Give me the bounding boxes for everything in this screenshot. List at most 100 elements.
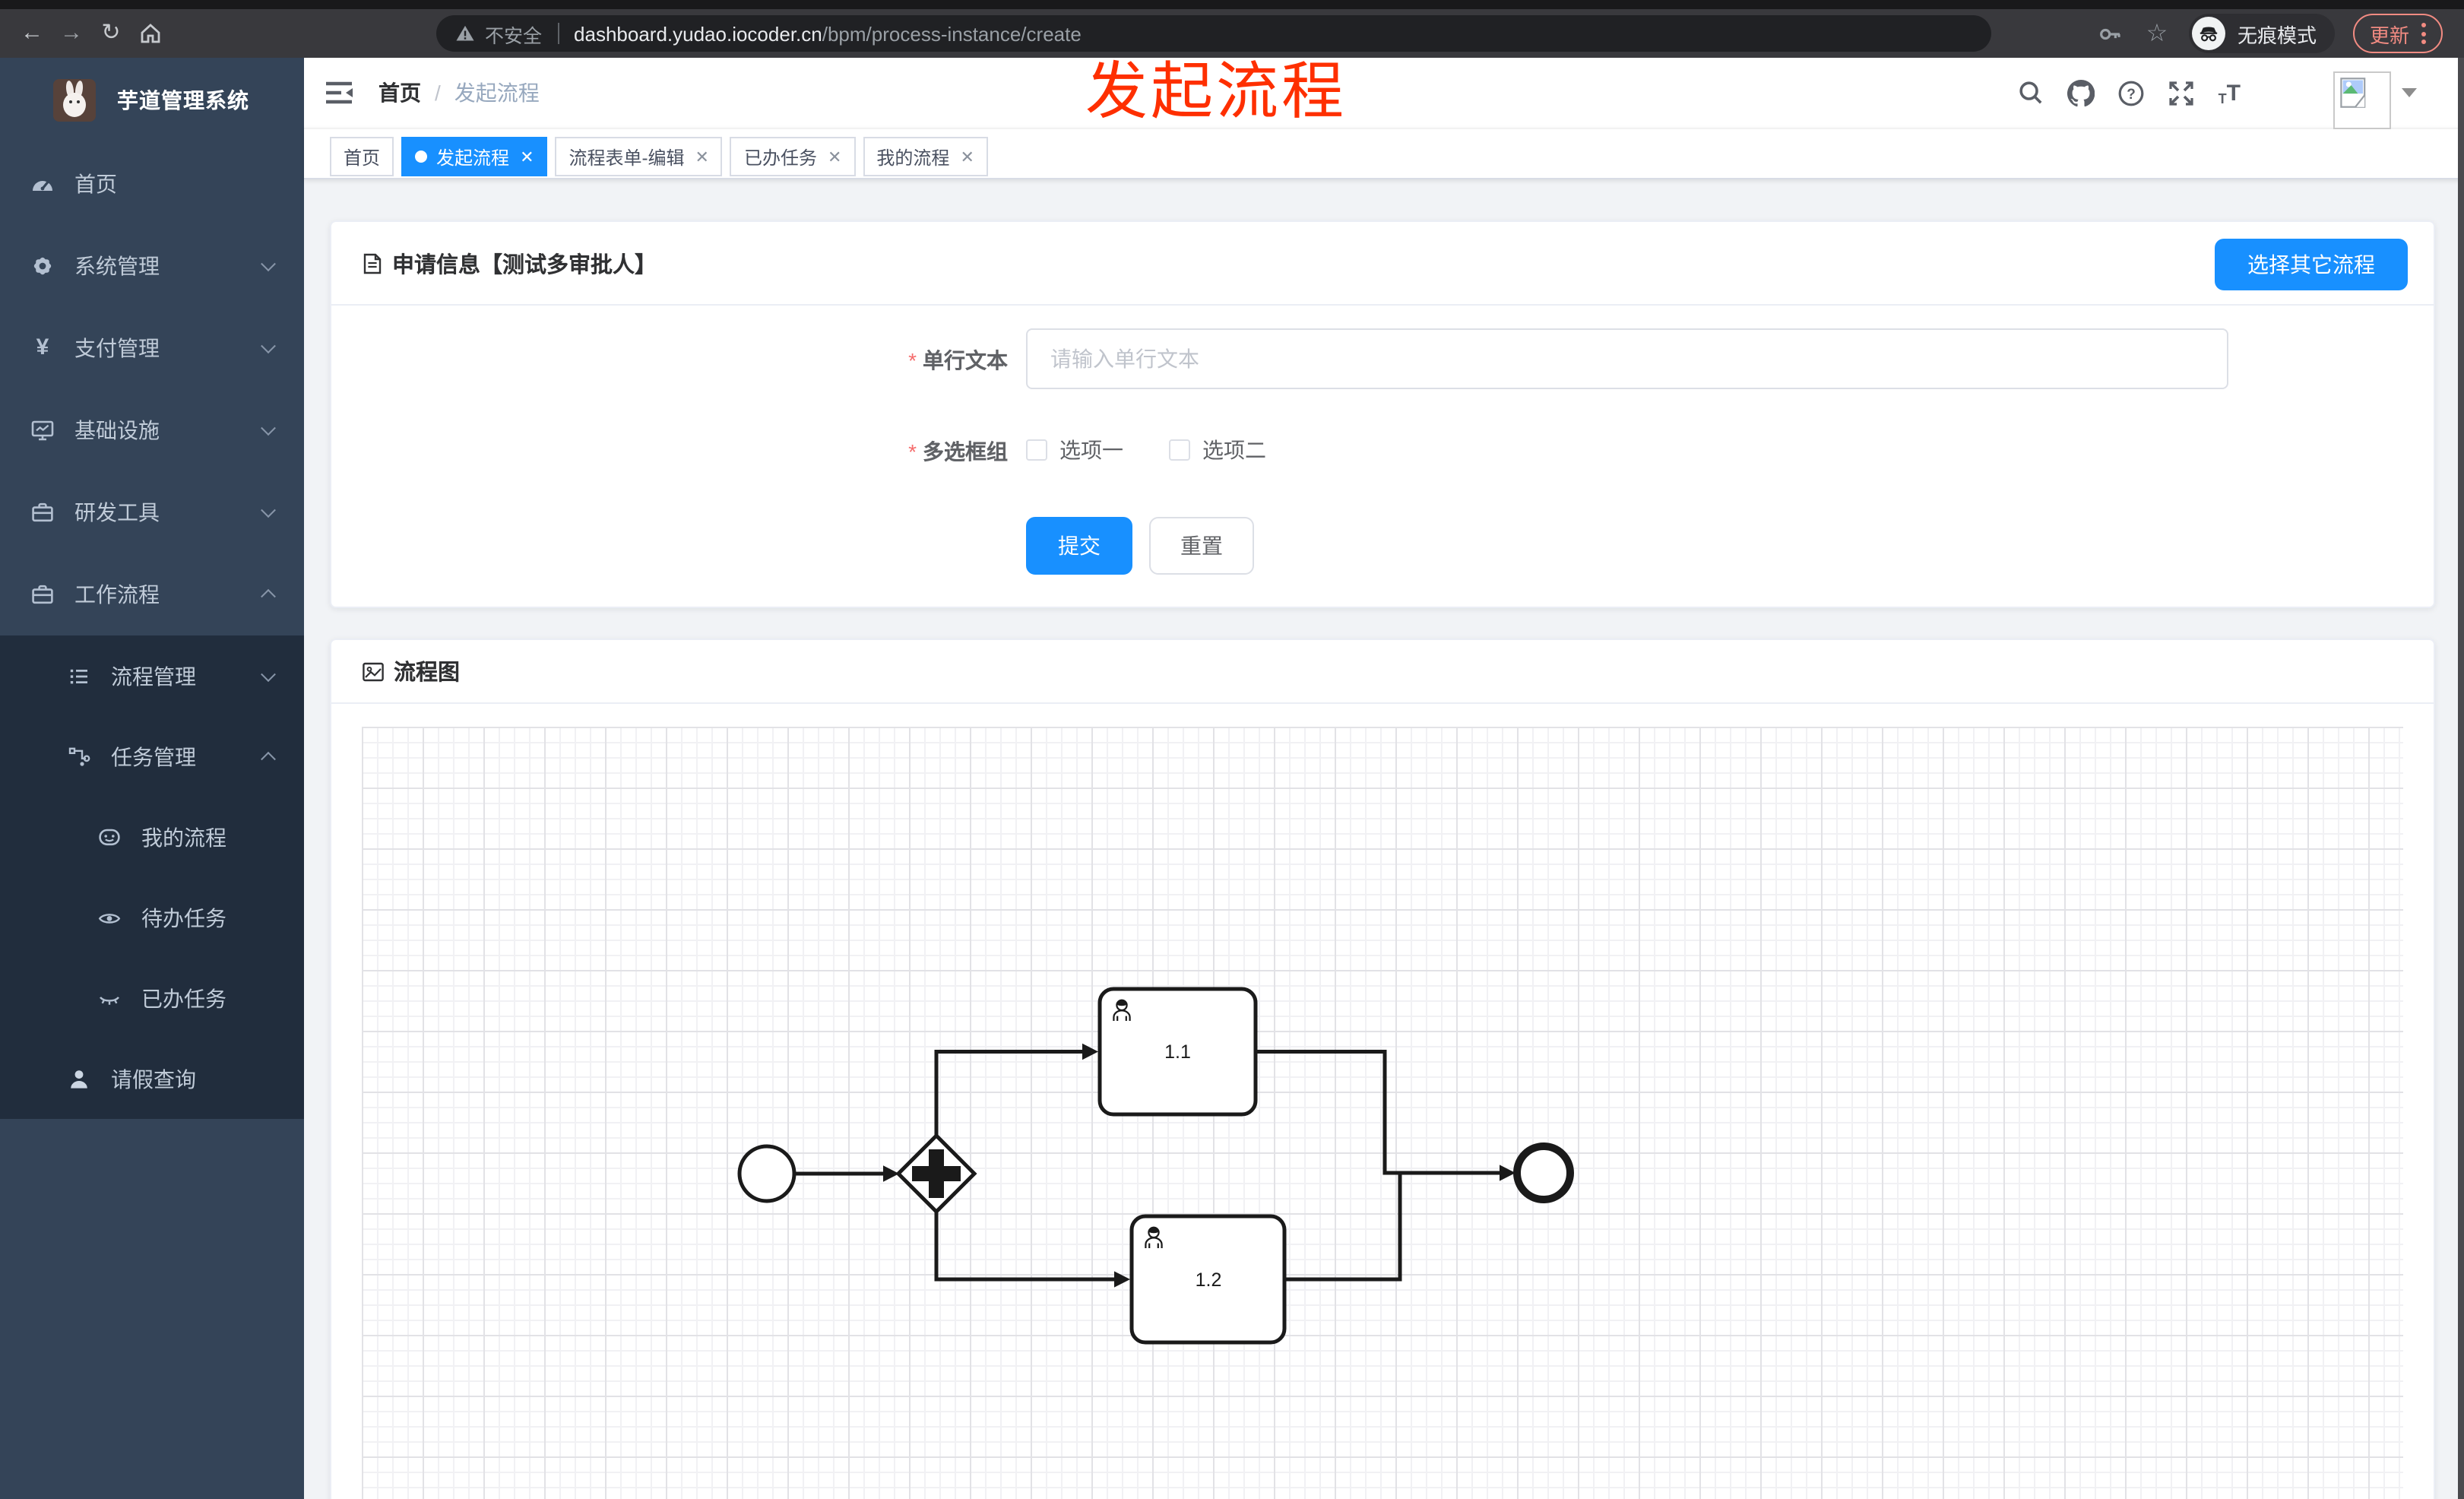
tab-label: 发起流程 [436, 147, 510, 168]
chevron-up-icon [261, 750, 276, 766]
select-other-process-button[interactable]: 选择其它流程 [2215, 239, 2408, 290]
sidebar-logo-row[interactable]: 芋道管理系统 [0, 58, 304, 143]
checkbox-option-2[interactable] [1169, 439, 1190, 461]
sidebar-submenu-workflow: 流程管理 任务管理 我的流程 待办任务 已办任务 请假查询 [0, 635, 304, 1119]
apply-info-card: 申请信息【测试多审批人】 选择其它流程 *单行文本 *多选框组 选项一 选项二 … [330, 220, 2435, 608]
fullscreen-icon[interactable] [2168, 79, 2196, 106]
sidebar-item-label: 请假查询 [111, 1066, 196, 1091]
sidebar-item-process-mgmt[interactable]: 流程管理 [0, 635, 304, 716]
sidebar-item-infra[interactable]: 基础设施 [0, 389, 304, 471]
sidebar-item-home[interactable]: 首页 [0, 143, 304, 225]
browser-tab-strip [0, 0, 2464, 9]
home-icon[interactable] [131, 9, 170, 58]
tab-label: 首页 [344, 147, 381, 168]
browser-toolbar-right: ☆ 无痕模式 更新 [2098, 14, 2464, 53]
chevron-down-icon [261, 502, 276, 518]
tab-form-edit[interactable]: 流程表单-编辑 ✕ [555, 137, 723, 176]
sidebar-item-workflow[interactable]: 工作流程 [0, 553, 304, 635]
checkbox-label[interactable]: 选项二 [1202, 435, 1266, 465]
tab-close-icon[interactable]: ✕ [960, 147, 974, 166]
sidebar-item-done-tasks[interactable]: 已办任务 [0, 958, 304, 1038]
task-label: 1.1 [1164, 1041, 1191, 1063]
update-label: 更新 [2369, 24, 2409, 46]
chevron-down-icon [261, 666, 276, 682]
avatar[interactable] [2333, 71, 2391, 129]
tags-view-bar: 首页 发起流程 ✕ 流程表单-编辑 ✕ 已办任务 ✕ 我的流程 ✕ [304, 128, 2464, 179]
tab-my-process[interactable]: 我的流程 ✕ [863, 137, 988, 176]
checkbox-option-1[interactable] [1026, 439, 1047, 461]
chevron-down-icon [261, 256, 276, 272]
reset-button[interactable]: 重置 [1149, 517, 1254, 575]
bpmn-diagram: 1.1 1.2 [737, 987, 1574, 1345]
toolbox-icon [30, 500, 55, 524]
app-header: 首页 / 发起流程 ? T T [304, 58, 2464, 129]
tab-close-icon[interactable]: ✕ [828, 147, 841, 166]
task-label: 1.2 [1196, 1269, 1222, 1291]
gear-icon [30, 254, 55, 278]
form-actions: 提交 重置 [1026, 517, 1254, 575]
sidebar-item-task-mgmt[interactable]: 任务管理 [0, 716, 304, 797]
hamburger-icon[interactable] [324, 79, 354, 106]
update-button[interactable]: 更新 [2352, 14, 2443, 53]
sidebar-item-system[interactable]: 系统管理 [0, 225, 304, 307]
nodes-icon [67, 744, 91, 769]
help-icon[interactable]: ? [2118, 79, 2146, 106]
incognito-label: 无痕模式 [2237, 24, 2317, 46]
caret-down-icon[interactable] [2402, 88, 2417, 97]
briefcase-icon [30, 582, 55, 607]
broken-image-icon [2340, 78, 2366, 108]
tab-label: 已办任务 [743, 147, 817, 168]
end-event-node [1513, 1142, 1574, 1203]
required-asterisk: * [908, 348, 917, 372]
sidebar-item-label: 系统管理 [74, 254, 160, 278]
tab-done-tasks[interactable]: 已办任务 ✕ [730, 137, 856, 176]
security-chip[interactable]: 不安全 [454, 19, 542, 48]
process-diagram-card: 流程图 1.1 1.2 [330, 639, 2435, 1499]
required-asterisk: * [908, 439, 917, 464]
warning-icon [456, 25, 474, 41]
key-icon[interactable] [2098, 20, 2125, 47]
sidebar-item-label: 工作流程 [74, 582, 160, 607]
checkbox-label[interactable]: 选项一 [1059, 435, 1123, 465]
star-icon[interactable]: ☆ [2143, 20, 2171, 47]
eye-closed-icon [97, 986, 122, 1010]
breadcrumb-home[interactable]: 首页 [378, 78, 421, 108]
github-icon[interactable] [2067, 78, 2095, 106]
tab-close-icon[interactable]: ✕ [695, 147, 709, 166]
sidebar-item-payment[interactable]: ¥ 支付管理 [0, 307, 304, 389]
url-path: /bpm/process-instance/create [822, 22, 1082, 45]
tab-home[interactable]: 首页 [330, 137, 394, 176]
rabbit-avatar [53, 79, 96, 122]
tab-start-process[interactable]: 发起流程 ✕ [401, 137, 548, 176]
sidebar-item-todo-tasks[interactable]: 待办任务 [0, 877, 304, 958]
apply-info-card-header: 申请信息【测试多审批人】 [331, 222, 2434, 306]
app-root: 芋道管理系统 首页 系统管理 ¥ 支付管理 基础设施 研发工具 工作流程 流程管… [0, 58, 2464, 1499]
font-size-icon[interactable]: TT [2219, 80, 2241, 106]
sidebar-item-label: 基础设施 [74, 418, 160, 442]
dashboard-icon [30, 172, 55, 196]
sidebar-item-label: 我的流程 [141, 825, 226, 849]
tab-close-icon[interactable]: ✕ [520, 147, 534, 166]
checkbox-group: 选项一 选项二 [1026, 435, 1266, 465]
search-icon[interactable] [2018, 79, 2045, 106]
sidebar-item-leave-query[interactable]: 请假查询 [0, 1038, 304, 1119]
sidebar-item-label: 首页 [74, 172, 117, 196]
reload-icon[interactable]: ↻ [91, 9, 131, 58]
breadcrumb-separator: / [435, 81, 441, 105]
parallel-gateway-node [895, 1133, 977, 1215]
submit-button[interactable]: 提交 [1026, 517, 1132, 575]
bpmn-canvas[interactable]: 1.1 1.2 [362, 727, 2403, 1499]
sidebar-item-label: 支付管理 [74, 336, 160, 360]
forward-arrow-icon[interactable]: → [52, 9, 91, 58]
single-text-input[interactable] [1026, 328, 2228, 389]
page-content: 申请信息【测试多审批人】 选择其它流程 *单行文本 *多选框组 选项一 选项二 … [304, 181, 2464, 1499]
sidebar-item-devtools[interactable]: 研发工具 [0, 471, 304, 553]
kebab-menu-icon[interactable] [2421, 23, 2426, 44]
screen: ← → ↻ 不安全 dashboard.yudao.iocoder.cn/bpm… [0, 0, 2464, 1499]
breadcrumb-page: 发起流程 [454, 81, 540, 105]
back-arrow-icon[interactable]: ← [12, 9, 52, 58]
sidebar-item-my-process[interactable]: 我的流程 [0, 797, 304, 877]
document-icon [363, 252, 382, 274]
url-text: dashboard.yudao.iocoder.cn/bpm/process-i… [574, 22, 1082, 45]
list-icon [67, 664, 91, 688]
